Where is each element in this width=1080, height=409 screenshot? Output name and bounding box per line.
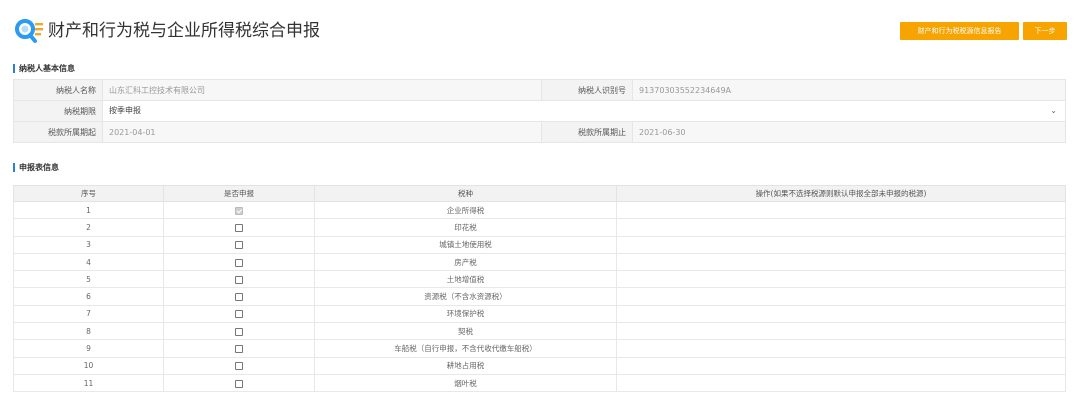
taxpayer-name-field: 山东汇科工控技术有限公司: [102, 79, 542, 101]
column-header-tax-type: 税种: [314, 185, 617, 202]
tax-type-cell: 车船税（自行申报，不含代收代缴车船税）: [314, 339, 617, 358]
table-row: 2 印花税: [13, 218, 1066, 237]
declare-checkbox[interactable]: [235, 241, 243, 250]
declare-checkbox: [235, 206, 243, 215]
declare-cell: [163, 373, 315, 393]
declare-cell: [163, 218, 315, 237]
operation-cell: [616, 252, 1066, 272]
row-number: 3: [13, 235, 164, 254]
row-number: 1: [13, 200, 164, 220]
tax-type-cell: 环境保护税: [314, 304, 617, 324]
declaration-section-title: 申报表信息: [13, 163, 59, 172]
page-header: 财产和行为税与企业所得税综合申报 财产和行为税税源信息报告 下一步: [14, 16, 1067, 46]
declare-checkbox[interactable]: [235, 223, 243, 232]
declare-cell: [163, 356, 315, 375]
search-document-icon: [15, 19, 43, 43]
row-number: 9: [13, 339, 164, 358]
tax-type-cell: 土地增值税: [314, 270, 617, 289]
tax-type-cell: 资源税（不含水资源税）: [314, 287, 617, 306]
row-number: 2: [13, 218, 164, 237]
tax-type-cell: 耕地占用税: [314, 356, 617, 375]
operation-cell: [616, 218, 1066, 237]
table-row: 4 房产税: [13, 252, 1066, 272]
tax-type-cell: 印花税: [314, 218, 617, 237]
column-header-declare: 是否申报: [163, 185, 315, 202]
tax-type-cell: 契税: [314, 322, 617, 341]
tax-type-cell: 烟叶税: [314, 373, 617, 393]
taxpayer-id-field: 91370303552234649A: [632, 79, 1066, 101]
declare-cell: [163, 252, 315, 272]
taxpayer-name-label: 纳税人名称: [13, 79, 103, 101]
period-start-label: 税款所属期起: [13, 121, 103, 143]
declare-cell: [163, 235, 315, 254]
operation-cell: [616, 356, 1066, 375]
operation-cell: [616, 235, 1066, 254]
table-row: 3 城镇土地使用税: [13, 235, 1066, 254]
declare-checkbox[interactable]: [235, 379, 243, 388]
table-row: 5 土地增值税: [13, 270, 1066, 289]
tax-type-cell: 城镇土地使用税: [314, 235, 617, 254]
operation-cell: [616, 339, 1066, 358]
tax-period-label: 纳税期限: [13, 100, 103, 122]
operation-cell: [616, 287, 1066, 306]
declare-checkbox[interactable]: [235, 275, 243, 284]
declare-cell: [163, 322, 315, 341]
declare-checkbox[interactable]: [235, 345, 243, 354]
declare-checkbox[interactable]: [235, 310, 243, 319]
table-row: 6 资源税（不含水资源税）: [13, 287, 1066, 306]
table-row: 10 耕地占用税: [13, 356, 1066, 375]
table-row: 7 环境保护税: [13, 304, 1066, 324]
declare-checkbox[interactable]: [235, 293, 243, 302]
table-row: 1 企业所得税: [13, 200, 1066, 220]
operation-cell: [616, 270, 1066, 289]
operation-cell: [616, 304, 1066, 324]
tax-source-report-button[interactable]: 财产和行为税税源信息报告: [900, 22, 1019, 40]
row-number: 11: [13, 373, 164, 393]
table-row: 8 契税: [13, 322, 1066, 341]
row-number: 6: [13, 287, 164, 306]
period-start-field: 2021-04-01: [102, 121, 542, 143]
table-header-row: 序号 是否申报 税种 操作(如果不选择税源则默认申报全部未申报的税源): [13, 185, 1066, 202]
declare-cell: [163, 339, 315, 358]
declare-checkbox[interactable]: [235, 362, 243, 371]
row-number: 5: [13, 270, 164, 289]
taxpayer-info-table: 纳税人名称 山东汇科工控技术有限公司 纳税人识别号 91370303552234…: [13, 79, 1066, 143]
row-number: 10: [13, 356, 164, 375]
column-header-operation: 操作(如果不选择税源则默认申报全部未申报的税源): [616, 185, 1066, 202]
declare-cell: [163, 270, 315, 289]
chevron-down-icon: ⌄: [1050, 106, 1057, 115]
operation-cell: [616, 373, 1066, 393]
table-row: 11 烟叶税: [13, 373, 1066, 393]
page-title: 财产和行为税与企业所得税综合申报: [48, 21, 320, 41]
declare-checkbox[interactable]: [235, 258, 243, 267]
declaration-table: 序号 是否申报 税种 操作(如果不选择税源则默认申报全部未申报的税源) 1 企业所…: [13, 185, 1066, 393]
declare-cell: [163, 287, 315, 306]
declare-cell: [163, 200, 315, 220]
table-row: 9 车船税（自行申报，不含代收代缴车船税）: [13, 339, 1066, 358]
declare-cell: [163, 304, 315, 324]
next-step-button[interactable]: 下一步: [1023, 22, 1067, 40]
period-end-label: 税款所属期止: [541, 121, 633, 143]
taxpayer-section-title: 纳税人基本信息: [13, 64, 75, 73]
row-number: 8: [13, 322, 164, 341]
taxpayer-id-label: 纳税人识别号: [541, 79, 633, 101]
operation-cell: [616, 200, 1066, 220]
row-number: 4: [13, 252, 164, 272]
row-number: 7: [13, 304, 164, 324]
operation-cell: [616, 322, 1066, 341]
declare-checkbox[interactable]: [235, 327, 243, 336]
column-header-no: 序号: [13, 185, 164, 202]
period-end-field: 2021-06-30: [632, 121, 1066, 143]
tax-type-cell: 房产税: [314, 252, 617, 272]
tax-type-cell: 企业所得税: [314, 200, 617, 220]
tax-period-select[interactable]: 按季申报 ⌄: [102, 100, 1066, 122]
tax-period-value: 按季申报: [109, 106, 141, 115]
